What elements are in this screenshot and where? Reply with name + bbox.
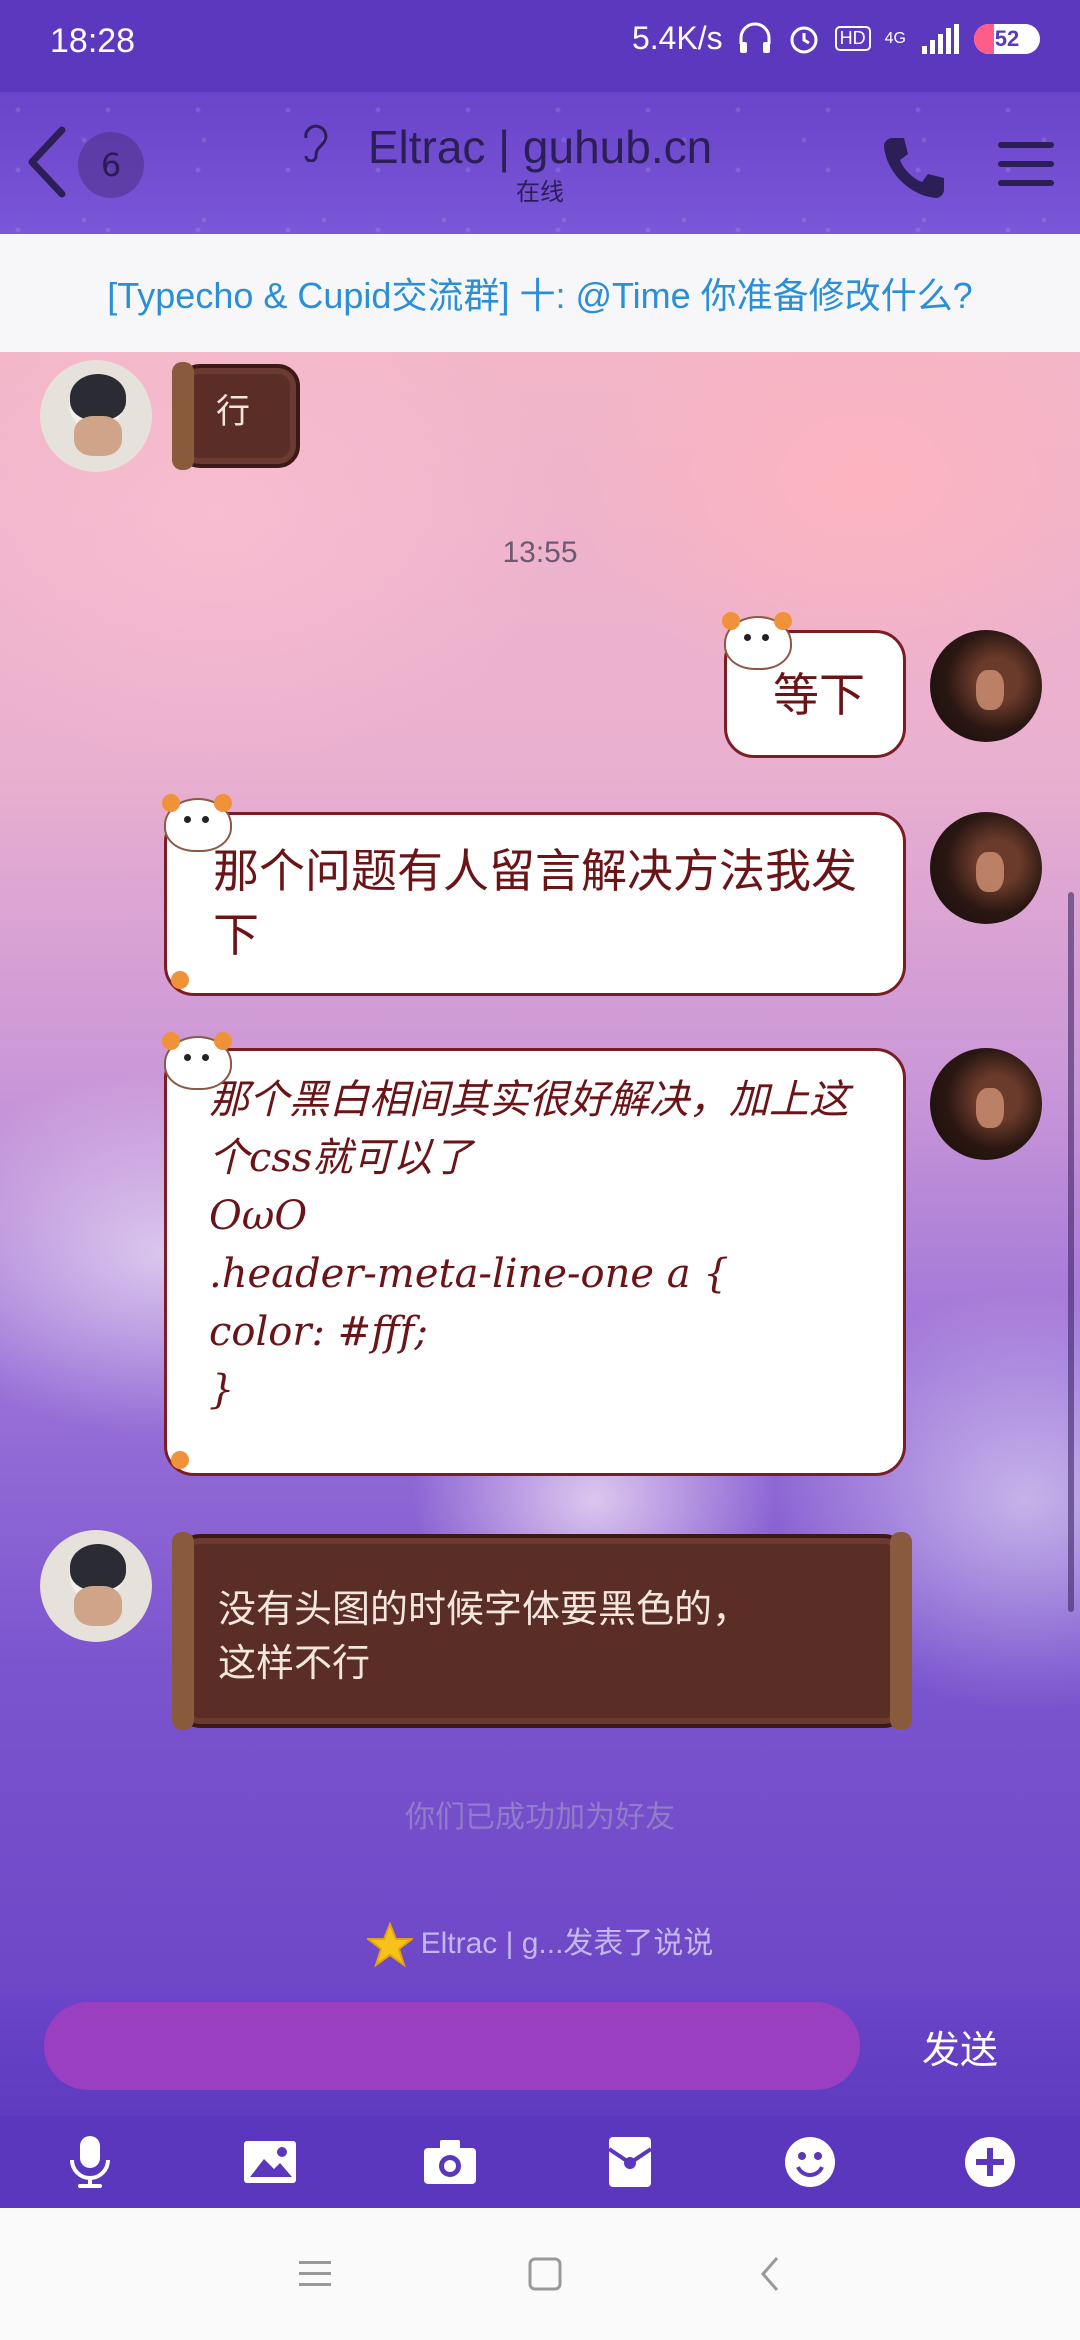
battery-level: 52 bbox=[994, 25, 1020, 51]
system-nav-bar bbox=[0, 2208, 1080, 2340]
message-text: 没有头图的时候字体要黑色的， 这样不行 bbox=[218, 1587, 751, 1685]
back-icon[interactable] bbox=[18, 122, 78, 202]
nav-back-icon[interactable] bbox=[755, 2254, 785, 2294]
message-text: 那个问题有人留言解决方法我发下 bbox=[213, 844, 857, 962]
scroll-cap bbox=[890, 1532, 912, 1730]
corner-decoration bbox=[171, 1451, 189, 1469]
message-text: 行 bbox=[216, 392, 250, 432]
microphone-icon[interactable] bbox=[60, 2132, 120, 2192]
message-text: 那个黑白相间其实很好解决，加上这个css就可以了 OωO .header-met… bbox=[209, 1077, 849, 1413]
time-separator: 13:55 bbox=[502, 536, 578, 569]
battery-icon: 52 bbox=[974, 23, 1040, 54]
headphones-icon bbox=[739, 22, 771, 53]
corner-decoration bbox=[171, 971, 189, 989]
message-bubble[interactable]: 行 bbox=[172, 362, 300, 470]
emoji-icon[interactable] bbox=[780, 2132, 840, 2192]
system-tip: 你们已成功加为好友 bbox=[405, 1801, 675, 1834]
signal-icon bbox=[922, 23, 959, 54]
feed-text: Eltrac | g...发表了说说 bbox=[420, 1927, 714, 1960]
red-packet-icon[interactable] bbox=[600, 2132, 660, 2192]
message-bubble[interactable]: 没有头图的时候字体要黑色的， 这样不行 bbox=[172, 1532, 912, 1730]
pinned-text: [Typecho & Cupid交流群] 十: @Time 你准备修改什么? bbox=[107, 275, 973, 316]
message-text: 等下 bbox=[773, 668, 865, 722]
scroll-cap bbox=[172, 1532, 194, 1730]
signal-label: 4G bbox=[884, 29, 906, 47]
pinned-announcement[interactable]: [Typecho & Cupid交流群] 十: @Time 你准备修改什么? bbox=[0, 234, 1080, 353]
net-speed: 5.4K/s bbox=[631, 20, 723, 56]
alarm-icon bbox=[790, 26, 818, 53]
message-input[interactable] bbox=[44, 2002, 860, 2090]
camera-icon[interactable] bbox=[420, 2132, 480, 2192]
avatar[interactable] bbox=[930, 1048, 1042, 1160]
chat-area[interactable]: 行 13:55 等下 那个问题有人留言解决方法我发下 那个黑白相间其实很好解决，… bbox=[0, 352, 1080, 1992]
phone-icon[interactable] bbox=[876, 130, 952, 206]
input-bar: 发送 bbox=[0, 1992, 1080, 2116]
star-icon bbox=[366, 1922, 413, 1968]
feed-notification[interactable]: Eltrac | g...发表了说说 bbox=[0, 1918, 1080, 1968]
menu-icon[interactable] bbox=[994, 132, 1058, 196]
scroll-cap bbox=[172, 362, 194, 470]
plus-icon[interactable] bbox=[960, 2132, 1020, 2192]
hamster-sticker-icon bbox=[154, 1028, 238, 1090]
avatar[interactable] bbox=[40, 1530, 152, 1642]
chat-title: Eltrac | guhub.cn bbox=[367, 121, 713, 173]
hamster-sticker-icon bbox=[154, 790, 238, 852]
online-status: 在线 bbox=[516, 178, 564, 206]
toolbar bbox=[0, 2116, 1080, 2208]
image-icon[interactable] bbox=[240, 2132, 300, 2192]
send-button[interactable]: 发送 bbox=[900, 2008, 1020, 2084]
scrollbar[interactable] bbox=[1068, 892, 1074, 1612]
recent-apps-icon[interactable] bbox=[295, 2257, 335, 2291]
message-bubble[interactable]: 那个黑白相间其实很好解决，加上这个css就可以了 OωO .header-met… bbox=[164, 1048, 906, 1476]
chat-header: 6 Eltrac | guhub.cn 在线 bbox=[0, 92, 1080, 234]
home-icon[interactable] bbox=[525, 2254, 565, 2294]
unread-count-badge[interactable]: 6 bbox=[78, 132, 144, 198]
status-bar: 18:28 5.4K/s HD 4G 52 bbox=[0, 0, 1080, 92]
status-time: 18:28 bbox=[50, 22, 136, 60]
hd-badge: HD bbox=[834, 26, 871, 51]
avatar[interactable] bbox=[40, 360, 152, 472]
avatar[interactable] bbox=[930, 630, 1042, 742]
hamster-sticker-icon bbox=[714, 608, 798, 670]
header-title-block[interactable]: Eltrac | guhub.cn 在线 bbox=[300, 120, 780, 207]
status-icons: 5.4K/s HD 4G 52 bbox=[632, 20, 1040, 57]
message-bubble[interactable]: 那个问题有人留言解决方法我发下 bbox=[164, 812, 906, 996]
avatar[interactable] bbox=[930, 812, 1042, 924]
